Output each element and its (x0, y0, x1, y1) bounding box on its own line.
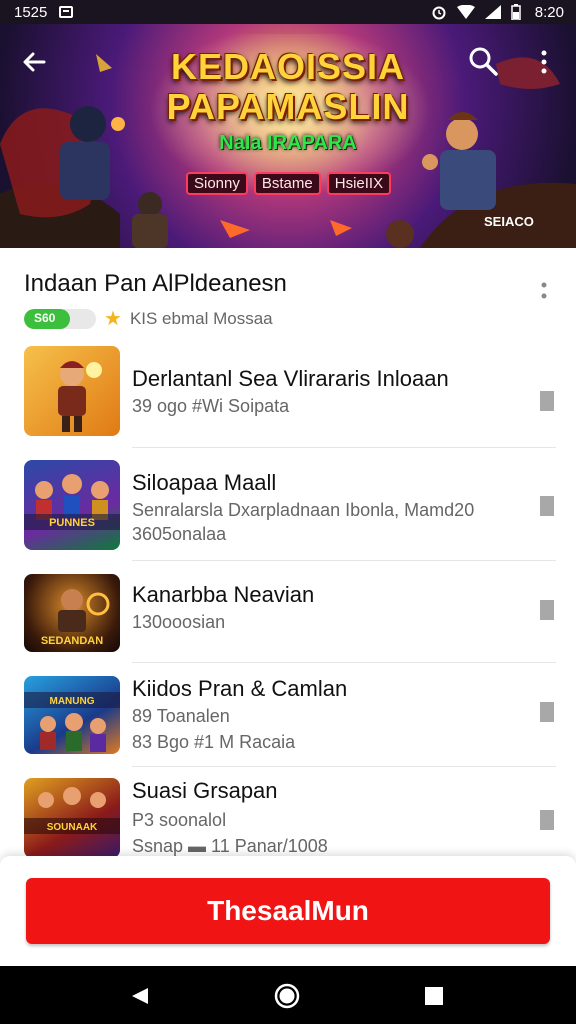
notification-icon (59, 6, 74, 18)
item-title: Kanarbba Neavian (132, 582, 315, 607)
hero-title-line1: KEDAOISSIA (170, 46, 406, 87)
hero-banner[interactable]: KEDAOISSIA PAPAMASLIN NaIa IRAPARA Sionn… (0, 24, 576, 248)
item-title: Siloapaa Maall (132, 470, 277, 495)
bookmark-icon[interactable] (540, 810, 554, 830)
item-subtitle: 3605onalaa (132, 524, 227, 544)
list-divider (132, 560, 556, 561)
section-menu-icon[interactable] (536, 276, 552, 306)
item-thumbnail: PUNNES (24, 460, 120, 550)
item-subtitle: 130ooosian (132, 612, 226, 632)
status-time: 1525 (14, 3, 48, 21)
hero-tag: HsieIIX (326, 172, 392, 195)
legion-art-icon: SOUNAAK (24, 787, 120, 834)
item-title: Derlantanl Sea Vlirararis Inloaan (132, 366, 449, 391)
list-item[interactable]: PUNNES Siloapaa Maall Senralarsla Dxarpl… (0, 458, 576, 570)
status-clock: 8:20 (534, 3, 564, 21)
thumb-caption: MANUNG (50, 696, 95, 707)
bookmark-icon[interactable] (540, 391, 554, 411)
list-divider (132, 662, 556, 663)
list-divider (132, 766, 556, 767)
battery-icon (511, 4, 521, 20)
list-item[interactable]: Derlantanl Sea Vlirararis Inloaan 39 ogo… (0, 346, 576, 456)
rating-pill-label: S60 (34, 310, 56, 325)
hero-subtitle: NaIa IRAPARA (219, 132, 357, 154)
list-divider (132, 447, 556, 448)
bookmark-icon[interactable] (540, 702, 554, 722)
item-subtitle: 83 Bgo #1 M Racaia (132, 732, 296, 752)
section-meta: S60 ★ KIS ebmal Mossaa (24, 306, 273, 331)
item-thumbnail: SEDANDAN (24, 574, 120, 652)
item-subtitle: 39 ogo #Wi Soipata (132, 396, 290, 416)
wifi-icon (456, 5, 475, 19)
list-item[interactable]: SOUNAAK Suasi Grsapan P3 soonalol Ssnap … (0, 778, 576, 858)
item-subtitle: Senralarsla Dxarpladnaan Ibonla, Mamd20 (132, 500, 475, 520)
hero-tags: Sionny Bstame HsieIIX (186, 172, 392, 195)
back-arrow-icon[interactable] (18, 46, 50, 78)
status-bar: 1525 8:20 (0, 0, 576, 24)
nav-home-icon[interactable] (274, 983, 300, 1009)
bookmark-icon[interactable] (540, 600, 554, 620)
hero-tag: Sionny (186, 172, 248, 195)
thumb-caption: SEDANDAN (41, 635, 103, 647)
hero-art-icon: SEDANDAN (41, 589, 110, 647)
hero-title-line2: PAPAMASLIN (166, 86, 410, 127)
nav-back-icon[interactable] (130, 986, 150, 1006)
bottom-action-panel: ThesaalMun (0, 856, 576, 966)
character-art-icon (58, 361, 102, 432)
list-item[interactable]: MANUNG Kiidos Pran & Camlan 89 Toanalen … (0, 676, 576, 780)
hero-corner-label: SEIACO (484, 214, 534, 229)
bookmark-icon[interactable] (540, 496, 554, 516)
overflow-menu-icon[interactable] (534, 46, 554, 78)
squad-art-icon: MANUNG (24, 692, 120, 752)
section-meta-text: KIS ebmal Mossaa (129, 308, 273, 328)
item-title: Kiidos Pran & Camlan (132, 676, 348, 701)
item-thumbnail (24, 346, 120, 436)
hero-tag: Bstame (253, 172, 321, 195)
item-title: Suasi Grsapan (132, 778, 278, 803)
signal-icon (484, 5, 501, 19)
system-navigation-bar (0, 966, 576, 1024)
rating-pill: S60 (24, 308, 96, 329)
nav-recents-icon[interactable] (424, 986, 444, 1006)
item-subtitle: Ssnap ▬ 11 Panar/1008 (132, 836, 328, 856)
item-subtitle: P3 soonalol (132, 810, 227, 830)
search-icon[interactable] (466, 44, 500, 78)
thumb-caption: PUNNES (49, 517, 95, 529)
primary-action-button[interactable]: ThesaalMun (26, 878, 550, 944)
star-icon: ★ (104, 308, 122, 330)
item-thumbnail: SOUNAAK (24, 778, 120, 858)
item-subtitle: 89 Toanalen (132, 706, 230, 726)
item-thumbnail: MANUNG (24, 676, 120, 754)
section-title: Indaan Pan AlPldeanesn (24, 270, 287, 297)
thumb-caption: SOUNAAK (47, 822, 98, 833)
alarm-icon (432, 6, 446, 20)
team-art-icon: PUNNES (24, 474, 120, 530)
status-icons: 8:20 (431, 4, 564, 21)
list-item[interactable]: SEDANDAN Kanarbba Neavian 130ooosian (0, 572, 576, 676)
